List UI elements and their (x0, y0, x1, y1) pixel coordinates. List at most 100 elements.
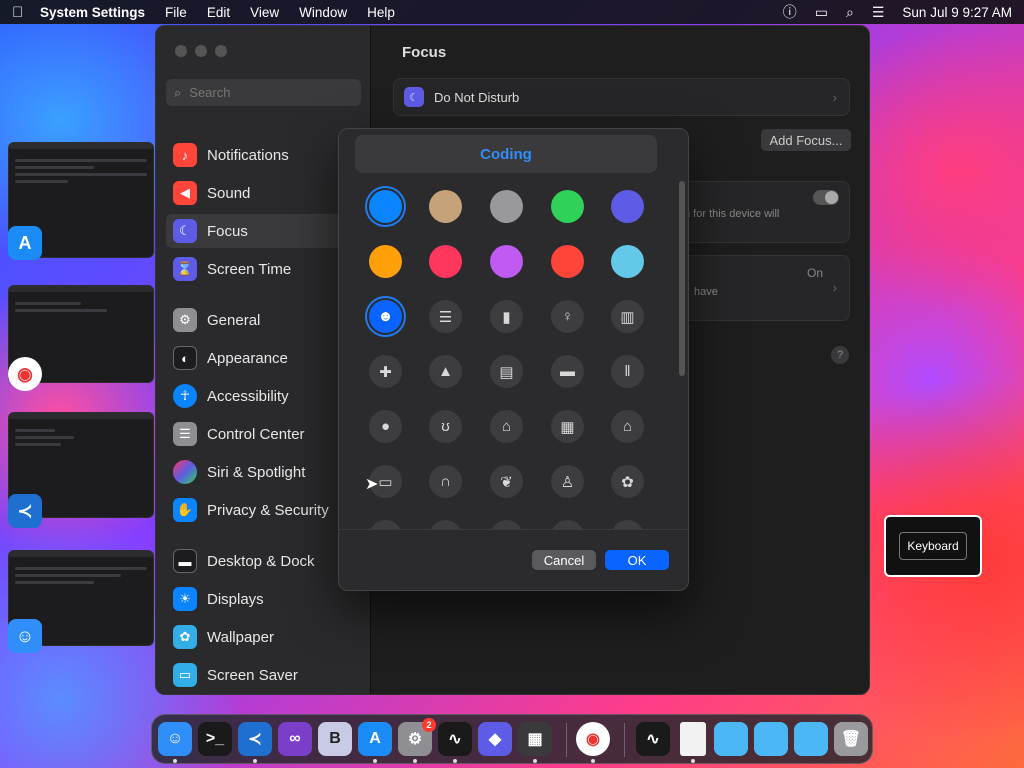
symbol-option[interactable] (490, 520, 523, 529)
menu-edit[interactable]: Edit (207, 5, 230, 20)
sidebar-item-wallpaper[interactable]: ✿ Wallpaper (166, 620, 361, 654)
zoom-window-button[interactable] (215, 45, 227, 57)
color-swatch[interactable] (369, 245, 402, 278)
focus-name-field[interactable]: Coding (355, 135, 657, 173)
sidebar-item-screen-saver[interactable]: ▭ Screen Saver (166, 658, 361, 692)
list-icon[interactable]: ☰ (429, 300, 462, 333)
finder-icon[interactable]: ☺ (158, 722, 192, 756)
color-swatch[interactable] (611, 190, 644, 223)
dock-separator (624, 723, 625, 757)
sidebar-item-appearance[interactable]: ◐ Appearance (166, 341, 361, 375)
color-swatch[interactable] (551, 190, 584, 223)
color-swatch[interactable] (490, 190, 523, 223)
gift-icon[interactable]: ✚ (369, 355, 402, 388)
ok-button[interactable]: OK (605, 550, 669, 570)
focus-status-description: have (694, 286, 718, 298)
symbol-option[interactable] (551, 520, 584, 529)
do-not-disturb-row[interactable]: ☾ Do Not Disturb › (393, 78, 850, 116)
chrome-icon[interactable]: ◉ (576, 722, 610, 756)
terminal-icon[interactable]: >_ (198, 722, 232, 756)
menu-window[interactable]: Window (299, 5, 347, 20)
credit-card-icon[interactable]: ▬ (551, 355, 584, 388)
sidebar-item-desktop-dock[interactable]: ▬ Desktop & Dock (166, 544, 361, 578)
headphones-icon[interactable]: ∩ (429, 465, 462, 498)
folder-documents-icon[interactable] (754, 722, 788, 756)
close-window-button[interactable] (175, 45, 187, 57)
symbol-color-grid: ☻ ☰ ▮ ♀ ▥ ✚ ▲ ▤ ▬ ǁ ● ʊ ⌂ ▦ ⌂ ▭ ∩ ❦ ♙ ✿ (339, 179, 675, 529)
person-icon[interactable]: ♙ (551, 465, 584, 498)
vscode-icon[interactable]: ≺ (238, 722, 272, 756)
bookmark-icon[interactable]: ▮ (490, 300, 523, 333)
menu-app-name[interactable]: System Settings (40, 5, 145, 20)
shortcuts-icon[interactable]: ◆ (478, 722, 512, 756)
fork-knife-icon[interactable]: ǁ (611, 355, 644, 388)
system-settings-icon[interactable]: ⚙ 2 (398, 718, 436, 756)
minimize-window-button[interactable] (195, 45, 207, 57)
document-icon[interactable]: ▤ (490, 355, 523, 388)
stage-app-store-icon[interactable]: A (8, 226, 42, 260)
cancel-button[interactable]: Cancel (532, 550, 596, 570)
sidebar-item-screen-time[interactable]: ⌛ Screen Time (166, 252, 361, 286)
sidebar-item-focus[interactable]: ☾ Focus (166, 214, 361, 248)
activity-monitor-recent-icon[interactable]: ∿ (636, 722, 670, 756)
trash-icon[interactable]: 🗑 (834, 722, 868, 756)
sidebar-item-control-center[interactable]: ☰ Control Center (166, 417, 361, 451)
stage-finder-icon[interactable]: ☺ (8, 619, 42, 653)
info-status-icon[interactable]: ⓘ (783, 2, 797, 22)
graduation-cap-icon[interactable]: ▲ (429, 355, 462, 388)
text-file-icon[interactable] (680, 722, 706, 756)
menu-help[interactable]: Help (367, 5, 395, 20)
activity-monitor-icon[interactable]: ∿ (438, 722, 472, 756)
symbol-option[interactable] (429, 520, 462, 529)
pin-icon[interactable]: ♀ (551, 300, 584, 333)
launchpad-icon[interactable]: ▦ (518, 722, 552, 756)
color-swatch[interactable] (429, 245, 462, 278)
menu-clock[interactable]: Sun Jul 9 9:27 AM (902, 5, 1012, 20)
share-across-devices-toggle[interactable] (813, 190, 839, 205)
apple-menu-icon[interactable]:  (12, 4, 40, 21)
spotlight-search-icon[interactable]: ⌕ (846, 4, 854, 21)
folder-icon[interactable] (714, 722, 748, 756)
bank-icon[interactable]: ⌂ (611, 410, 644, 443)
app-store-icon[interactable]: A (358, 722, 392, 756)
add-focus-button[interactable]: Add Focus... (761, 129, 851, 151)
paw-icon[interactable]: ✿ (611, 465, 644, 498)
control-center-status-icon[interactable]: ☰ (872, 4, 885, 21)
sidebar-item-sound[interactable]: ◀ Sound (166, 176, 361, 210)
sidebar-item-general[interactable]: ⚙ General (166, 303, 361, 337)
sidebar-item-label: Privacy & Security (207, 501, 329, 519)
help-button[interactable]: ? (831, 346, 849, 364)
sidebar-item-accessibility[interactable]: ☥ Accessibility (166, 379, 361, 413)
smiley-icon[interactable]: ☻ (369, 300, 402, 333)
building-icon[interactable]: ▦ (551, 410, 584, 443)
stage-vscode-icon[interactable]: ≺ (8, 494, 42, 528)
sidebar-item-notifications[interactable]: ♪ Notifications (166, 138, 361, 172)
symbol-option[interactable] (369, 520, 402, 529)
sidebar-search-field[interactable]: ⌕ Search (166, 79, 361, 106)
house-icon[interactable]: ⌂ (490, 410, 523, 443)
bbedit-icon[interactable]: B (318, 722, 352, 756)
sidebar-item-privacy-security[interactable]: ✋ Privacy & Security (166, 493, 361, 527)
stage-chrome-icon[interactable]: ◉ (8, 357, 42, 391)
dock: ☺ >_ ≺ ∞ B A ⚙ 2 ∿ ◆ ▦ ◉ ∿ 🗑 (151, 714, 873, 764)
color-swatch[interactable] (429, 190, 462, 223)
books-icon[interactable]: ▥ (611, 300, 644, 333)
dialog-scrollbar-thumb[interactable] (679, 181, 685, 376)
symbol-option[interactable] (611, 520, 644, 529)
menu-file[interactable]: File (165, 5, 187, 20)
leaf-icon[interactable]: ❦ (490, 465, 523, 498)
menu-view[interactable]: View (250, 5, 279, 20)
screen-mirroring-icon[interactable]: ▭ (815, 4, 828, 21)
sidebar-item-label: Siri & Spotlight (207, 463, 306, 481)
color-swatch[interactable] (369, 190, 402, 223)
folder-downloads-icon[interactable] (794, 722, 828, 756)
visual-studio-icon[interactable]: ∞ (278, 722, 312, 756)
color-swatch[interactable] (490, 245, 523, 278)
color-swatch[interactable] (611, 245, 644, 278)
pills-icon[interactable]: ● (369, 410, 402, 443)
sidebar-item-displays[interactable]: ☀ Displays (166, 582, 361, 616)
sidebar-item-siri-spotlight[interactable]: Siri & Spotlight (166, 455, 361, 489)
color-swatch[interactable] (551, 245, 584, 278)
focus-status-value: On (806, 266, 823, 280)
stethoscope-icon[interactable]: ʊ (429, 410, 462, 443)
